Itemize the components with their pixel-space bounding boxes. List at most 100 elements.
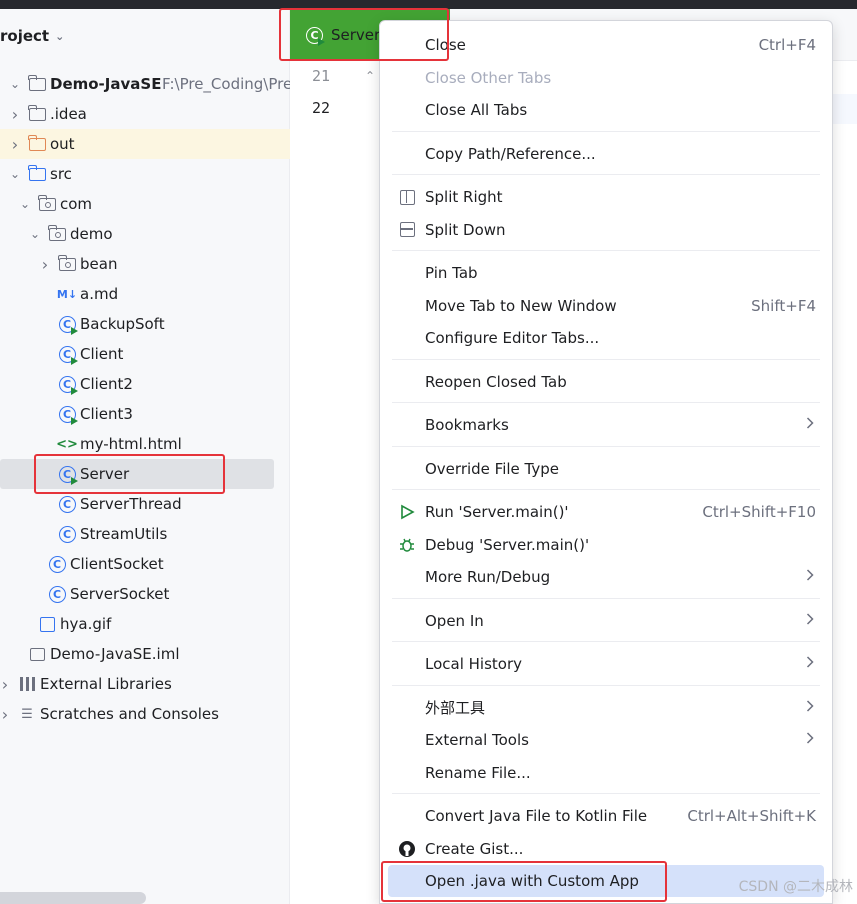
menu-item-label: Close All Tabs — [425, 101, 528, 119]
tree-item-label: BackupSoft — [80, 315, 165, 333]
chevron-down-icon[interactable]: ⌄ — [8, 77, 22, 91]
menu-item[interactable]: Debug 'Server.main()' — [388, 529, 824, 561]
chevron-right-icon — [806, 612, 814, 629]
tree-item-label: ServerThread — [80, 495, 182, 513]
tree-item[interactable]: Demo-JavaSE.iml — [0, 639, 290, 669]
watermark: CSDN @二木成林 — [738, 879, 853, 895]
github-icon — [398, 840, 416, 858]
class-run-icon: C — [58, 345, 78, 365]
class-run-icon: C — [58, 405, 78, 425]
chevron-right-icon[interactable]: › — [0, 705, 12, 724]
title-bar-strip — [0, 0, 857, 9]
menu-item[interactable]: Configure Editor Tabs... — [388, 322, 824, 354]
chevron-right-icon — [806, 569, 814, 585]
tree-item[interactable]: <> my-html.html — [0, 429, 290, 459]
menu-item[interactable]: 外部工具 — [388, 692, 824, 724]
chevron-right-icon[interactable]: › — [38, 255, 52, 274]
tree-item[interactable]: C Client — [0, 339, 290, 369]
class-run-icon: C — [58, 465, 78, 485]
menu-item[interactable]: Split Down — [388, 214, 824, 246]
menu-item: Close Other Tabs — [388, 62, 824, 94]
class-run-icon: C — [58, 315, 78, 335]
menu-item[interactable]: More Run/Debug — [388, 561, 824, 593]
split-down-icon — [398, 221, 416, 239]
tree-item-label: hya.gif — [60, 615, 112, 633]
chevron-down-icon[interactable]: ⌄ — [18, 197, 32, 211]
class-run-icon: C — [306, 26, 325, 46]
menu-item[interactable]: Local History — [388, 648, 824, 680]
tree-item[interactable]: C Client3 — [0, 399, 290, 429]
module-folder-icon — [27, 74, 46, 93]
menu-item[interactable]: Override File Type — [388, 453, 824, 485]
tree-item-label: ClientSocket — [70, 555, 164, 573]
menu-item[interactable]: Create Gist... — [388, 833, 824, 865]
menu-item-label: Rename File... — [425, 763, 531, 782]
menu-item-label: Create Gist... — [425, 839, 524, 858]
tree-item[interactable]: ⌄ com — [0, 189, 290, 219]
chevron-down-icon: ⌄ — [55, 29, 65, 43]
tree-item[interactable]: › .idea — [0, 99, 290, 129]
tree-item[interactable]: › External Libraries — [0, 669, 290, 699]
fold-chevron-up-icon[interactable]: ⌃ — [365, 69, 375, 83]
chevron-right-icon — [806, 699, 814, 716]
tree-item[interactable]: C ServerThread — [0, 489, 290, 519]
menu-item-label: Debug 'Server.main()' — [425, 535, 590, 554]
menu-item[interactable]: Close All Tabs — [388, 94, 824, 126]
menu-item[interactable]: Pin Tab — [388, 257, 824, 289]
menu-separator — [392, 489, 820, 490]
tree-item[interactable]: C ClientSocket — [0, 549, 290, 579]
tree-item-label: ServerSocket — [70, 585, 170, 603]
tree-item[interactable]: › out — [0, 129, 290, 159]
chevron-down-icon[interactable]: ⌄ — [8, 167, 22, 181]
tree-item-label: Client — [80, 345, 124, 363]
tree-item[interactable]: hya.gif — [0, 609, 290, 639]
horizontal-scrollbar[interactable] — [0, 892, 146, 904]
image-icon — [38, 615, 56, 633]
class-icon: C — [48, 585, 66, 603]
menu-item[interactable]: Copy Path/Reference... — [388, 138, 824, 170]
run-icon — [398, 503, 416, 521]
menu-item[interactable]: Move Tab to New Window Shift+F4 — [388, 290, 824, 322]
tree-item[interactable]: › ☰ Scratches and Consoles — [0, 699, 290, 729]
menu-item[interactable]: Reopen Closed Tab — [388, 366, 824, 398]
tree-item-label: Server — [80, 465, 130, 483]
menu-item[interactable]: External Tools — [388, 724, 824, 756]
menu-item-label: More Run/Debug — [425, 568, 551, 586]
tree-item[interactable]: › bean — [0, 249, 290, 279]
tree-item[interactable]: C Client2 — [0, 369, 290, 399]
menu-item-label: Close Other Tabs — [425, 68, 552, 87]
menu-item-label: Move Tab to New Window — [425, 296, 617, 315]
menu-item[interactable]: Bookmarks — [388, 409, 824, 441]
tree-item[interactable]: ⌄ demo — [0, 219, 290, 249]
chevron-down-icon[interactable]: ⌄ — [28, 227, 42, 241]
tree-item[interactable]: ⌄ Demo-JavaSE F:\Pre_Coding\Pre_ — [0, 69, 300, 99]
menu-item[interactable]: Close Ctrl+F4 — [388, 29, 824, 61]
tree-item[interactable]: M↓ a.md — [0, 279, 290, 309]
project-panel: roject ⌄ ⌄ Demo-JavaSE F:\Pre_Coding\Pre_ ›… — [0, 9, 300, 904]
project-panel-title[interactable]: roject ⌄ — [0, 27, 64, 45]
menu-item[interactable]: Rename File... — [388, 757, 824, 789]
line-number: 22 — [312, 99, 331, 117]
editor-tab-label: Server — [331, 26, 381, 44]
menu-item[interactable]: Convert Java File to Kotlin File Ctrl+Alt… — [388, 800, 824, 832]
folder-icon — [27, 104, 46, 123]
menu-item[interactable]: Split Right — [388, 181, 824, 213]
tree-item[interactable]: C ServerSocket — [0, 579, 290, 609]
tree-item-label: src — [50, 165, 72, 183]
tree-item[interactable]: C StreamUtils — [0, 519, 290, 549]
tree-item-label: out — [50, 135, 75, 153]
tree-item[interactable]: C Server — [0, 459, 274, 489]
tree-item-label: .idea — [50, 105, 87, 123]
scratches-icon: ☰ — [21, 706, 33, 722]
menu-item[interactable]: Run 'Server.main()' Ctrl+Shift+F10 — [388, 496, 824, 528]
chevron-right-icon[interactable]: › — [0, 675, 12, 694]
menu-item-label: Run 'Server.main()' — [425, 503, 569, 521]
tree-item[interactable]: ⌄ src — [0, 159, 290, 189]
chevron-right-icon[interactable]: › — [8, 105, 22, 124]
tree-item-label: my-html.html — [80, 435, 182, 453]
tree-item-label: Scratches and Consoles — [40, 705, 219, 723]
tree-item[interactable]: C BackupSoft — [0, 309, 290, 339]
tree-item-label: Client3 — [80, 405, 133, 423]
chevron-right-icon[interactable]: › — [8, 135, 22, 154]
menu-item[interactable]: Open In — [388, 605, 824, 637]
